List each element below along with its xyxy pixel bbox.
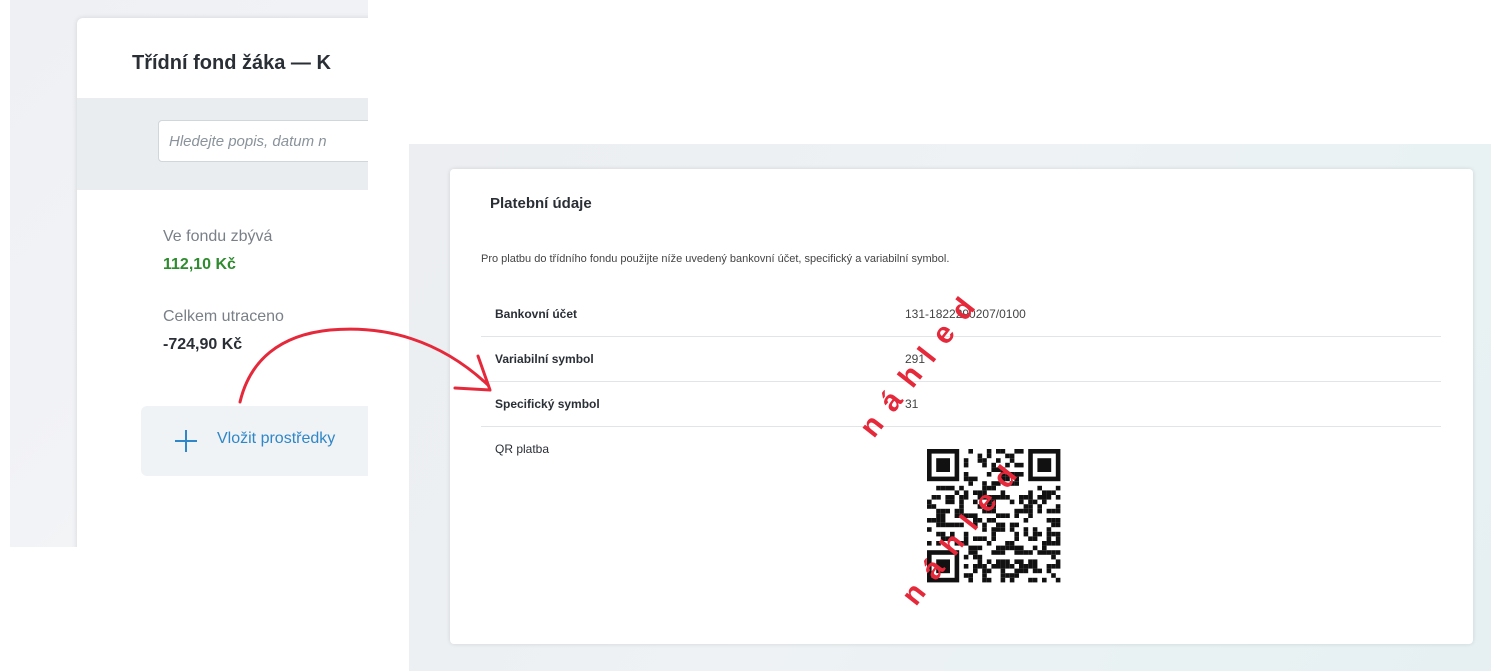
arrow-icon (238, 327, 492, 404)
